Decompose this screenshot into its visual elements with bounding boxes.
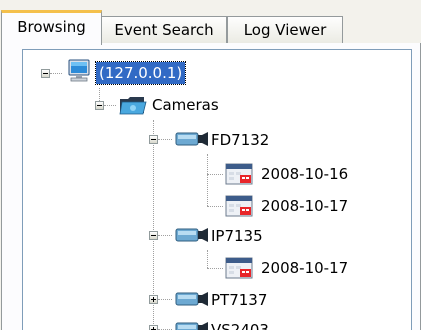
tree-connector (158, 299, 172, 300)
tree-connector (104, 105, 116, 106)
tab-browsing[interactable]: Browsing (1, 10, 102, 45)
expand-toggle-camera-vs2403[interactable] (149, 325, 158, 330)
folder-camera-icon (119, 97, 147, 115)
camera-icon (175, 228, 208, 242)
camera-icon (175, 292, 208, 306)
tree-node-camera-pt7137[interactable]: PT7137 (208, 289, 270, 311)
calendar-recording-icon (225, 163, 253, 185)
expand-toggle-camera-ip7135[interactable] (149, 231, 158, 240)
tree-node-server[interactable]: (127.0.0.1) (94, 61, 187, 85)
tree-connector (207, 154, 208, 206)
tree-node-date[interactable]: 2008-10-17 (258, 257, 351, 279)
tree-node-camera-vs2403[interactable]: VS2403 (208, 319, 272, 330)
calendar-recording-icon (225, 257, 253, 279)
tree-node-date[interactable]: 2008-10-16 (258, 163, 351, 185)
tree-connector (99, 88, 100, 101)
tab-event-search[interactable]: Event Search (101, 16, 227, 43)
tree-connector (50, 73, 62, 74)
recording-browser-window: Browsing Event Search Log Viewer (127.0.… (0, 0, 421, 330)
expand-toggle-server[interactable] (41, 69, 50, 78)
camera-icon (175, 132, 208, 146)
tree-node-cameras-folder[interactable]: Cameras (149, 94, 222, 116)
expand-toggle-camera-pt7137[interactable] (149, 295, 158, 304)
device-tree[interactable]: (127.0.0.1) Cameras FD7132 2008-10-16 20… (22, 49, 412, 330)
tree-node-date[interactable]: 2008-10-17 (258, 195, 351, 217)
tree-connector (158, 235, 172, 236)
tab-strip: Browsing Event Search Log Viewer (0, 10, 421, 45)
camera-icon (175, 322, 208, 330)
browsing-panel: (127.0.0.1) Cameras FD7132 2008-10-16 20… (1, 43, 421, 330)
tree-connector (207, 206, 223, 207)
tree-node-camera-ip7135[interactable]: IP7135 (208, 225, 266, 247)
calendar-recording-icon (225, 195, 253, 217)
expand-toggle-cameras-folder[interactable] (95, 101, 104, 110)
expand-toggle-camera-fd7132[interactable] (149, 135, 158, 144)
tree-connector (207, 174, 223, 175)
computer-icon (68, 59, 90, 82)
tree-connector (158, 139, 172, 140)
tab-log-viewer[interactable]: Log Viewer (227, 16, 343, 43)
tree-connector (207, 250, 208, 268)
tree-node-camera-fd7132[interactable]: FD7132 (208, 129, 272, 151)
tree-connector (207, 268, 223, 269)
